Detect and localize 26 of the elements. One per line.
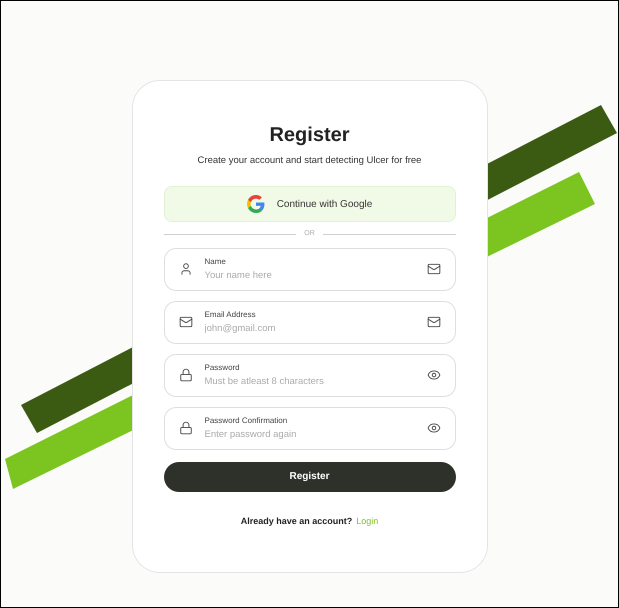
input-field[interactable]: Password Must be atleast 8 characters [164, 354, 456, 397]
mail-icon [426, 315, 440, 330]
text-input[interactable]: Your name here [204, 268, 414, 283]
input-field[interactable]: Password Confirmation Enter password again [164, 406, 456, 450]
google-button[interactable]: Continue with Google [164, 186, 456, 222]
login-prompt: Already have an account? [240, 514, 352, 528]
eye-icon [426, 421, 440, 436]
field-label: Password Confirmation [204, 414, 288, 426]
person-icon [178, 262, 192, 276]
mail-icon [178, 315, 192, 330]
google-logo-icon [246, 195, 265, 214]
text-input[interactable]: Enter password again [204, 428, 414, 442]
lock-icon [178, 421, 192, 436]
input-field[interactable]: Email Address john@gmail.com [164, 300, 456, 344]
mail-icon [426, 262, 440, 276]
card-title: Register [269, 123, 350, 148]
field-label: Name [204, 256, 227, 267]
text-input[interactable]: Must be atleast 8 characters [204, 374, 414, 389]
register-button[interactable]: Register [164, 462, 456, 492]
text-input[interactable]: john@gmail.com [204, 322, 414, 336]
card-subtitle: Create your account and start detecting Ulcer for free [198, 154, 422, 168]
field-label: Email Address [204, 308, 257, 320]
lock-icon [178, 368, 192, 382]
eye-icon [426, 368, 440, 382]
field-label: Password [204, 362, 241, 373]
input-field[interactable]: Name Your name here [164, 248, 456, 291]
